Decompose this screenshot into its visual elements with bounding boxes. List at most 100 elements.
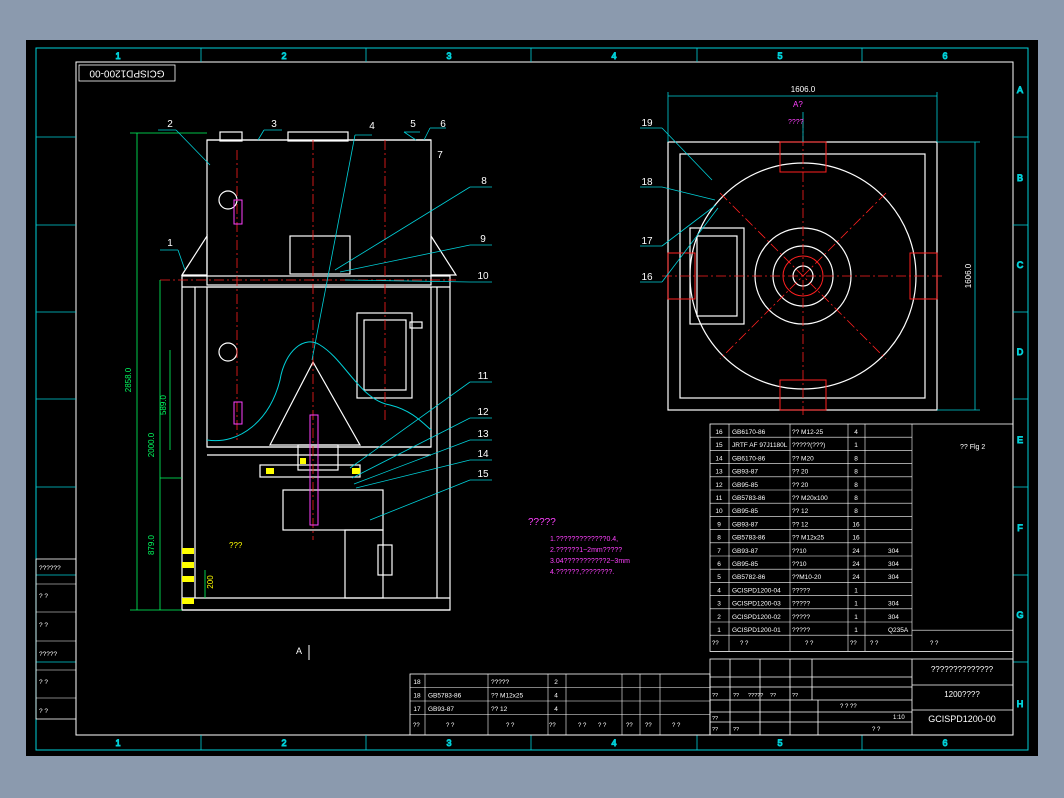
notes-title: ?????: [528, 517, 556, 528]
grid-row-label: F: [1017, 523, 1023, 533]
bom-no: 9: [717, 521, 721, 528]
grid-col-bottom: 4: [611, 738, 616, 748]
stamp-label: ? ?: [39, 708, 48, 715]
grid-col-top: 5: [777, 51, 782, 61]
callout-9: 9: [480, 234, 486, 245]
bom-no: 16: [715, 429, 723, 436]
dim-lower-height: 2000.0: [147, 432, 156, 457]
bom-material: Q235A: [888, 627, 909, 634]
bom-no: 11: [716, 495, 723, 502]
tb-sheet: ? ?: [872, 727, 881, 733]
grid-row-label: E: [1017, 435, 1023, 445]
bom-material: 304: [888, 614, 899, 621]
grid-col-top: 6: [942, 51, 947, 61]
callout-15: 15: [477, 469, 489, 480]
grid-row-label: B: [1017, 173, 1023, 183]
bom-qty: 1: [854, 442, 858, 449]
bom-no: 2: [717, 614, 721, 621]
bom-qty: 8: [854, 469, 858, 476]
bom2-code: GB5783-86: [428, 693, 462, 700]
bom2-code: GB93-87: [428, 706, 454, 713]
bom-code: GCISPD1200-01: [732, 627, 781, 634]
bom-material: 304: [888, 601, 899, 608]
stamp-label: ? ?: [39, 593, 48, 600]
grid-col-top: 3: [446, 51, 451, 61]
callout-4: 4: [369, 121, 375, 132]
bom-code: JRTF AF 97J1180L: [732, 442, 788, 449]
title-block-label: ??: [712, 716, 718, 722]
bom-no: 10: [715, 508, 723, 515]
bom-material: 304: [888, 574, 899, 581]
callout-13: 13: [477, 429, 489, 440]
callout-17: 17: [641, 236, 653, 247]
bom-qty: 8: [854, 495, 858, 502]
bom-no: 15: [715, 442, 723, 449]
bom-qty: 1: [854, 601, 858, 608]
bom-code: GB95-85: [732, 561, 758, 568]
bom-extra-note: ?? Flg 2: [960, 444, 985, 451]
bom-code: GB93-87: [732, 521, 758, 528]
callout-1: 1: [167, 238, 173, 249]
bom2-header-cell: ??: [645, 723, 652, 729]
bom-name: ?? M12x25: [792, 535, 825, 542]
bom2-no: 17: [413, 706, 421, 713]
title-block-label: ??: [792, 693, 798, 699]
bom-qty: 1: [854, 614, 858, 621]
bom2-header-cell: ? ?: [672, 723, 681, 729]
title-block-label: ??: [770, 693, 776, 699]
dim-small: 200: [206, 575, 215, 589]
view-marker: A: [296, 646, 302, 656]
bom-qty: 1: [854, 587, 858, 594]
bom2-name: ?? M12x25: [491, 693, 524, 700]
top-height-dim: 1606.0: [964, 263, 973, 288]
dim-total-height: 2858.0: [124, 367, 133, 392]
callout-12: 12: [477, 407, 489, 418]
bom-name: ?? 12: [792, 508, 809, 515]
bom-name: ?? 12: [792, 521, 809, 528]
bom-no: 6: [717, 561, 721, 568]
bom-name: ?? M20x100: [792, 495, 828, 502]
bom2-qty: 2: [554, 679, 558, 686]
bom-no: 8: [717, 535, 721, 542]
callout-14: 14: [477, 449, 489, 460]
bom2-header-cell: ??: [626, 723, 633, 729]
dim-mid: 589.0: [159, 394, 168, 415]
bom-name: ?????: [792, 614, 810, 621]
bom2-header-cell: ? ?: [506, 723, 515, 729]
bom-no: 13: [715, 469, 723, 476]
stamp-label: ? ?: [39, 679, 48, 686]
note-line: 4.??????,????????.: [550, 569, 614, 576]
bom-name: ?? 20: [792, 469, 809, 476]
note-line: 1.?????????????0.4,: [550, 536, 618, 543]
company-name: ??????????????: [931, 665, 994, 674]
bom-qty: 8: [854, 508, 858, 515]
bom2-name: ?????: [491, 679, 509, 686]
bom2-header-cell: ??: [549, 723, 556, 729]
bom-no: 1: [717, 627, 721, 634]
callout-2: 2: [167, 119, 173, 130]
note-line: 2.??????1~2mm?????: [550, 547, 622, 554]
stamp-label: ? ?: [39, 622, 48, 629]
bom-name: ?????(???): [792, 442, 825, 449]
grid-row-label: C: [1017, 260, 1024, 270]
stamp-label: ?????: [39, 651, 57, 658]
callout-11: 11: [478, 371, 489, 382]
bom-name: ??10: [792, 561, 807, 568]
bom-code: GB5783-86: [732, 535, 766, 542]
bom-header-cell: ? ?: [870, 641, 879, 647]
grid-row-label: H: [1017, 699, 1024, 709]
callout-5: 5: [410, 119, 416, 130]
callout-8: 8: [481, 176, 487, 187]
front-side-note: ???: [229, 541, 243, 550]
bom-name: ?? M20: [792, 455, 814, 462]
title-block-label: ??: [712, 693, 718, 699]
bom2-name: ?? 12: [491, 706, 508, 713]
bom-code: GB5782-86: [732, 574, 766, 581]
grid-col-bottom: 6: [942, 738, 947, 748]
grid-col-top: 4: [611, 51, 616, 61]
grid-row-label: G: [1016, 610, 1023, 620]
grid-col-bottom: 3: [446, 738, 451, 748]
bom2-header-cell: ? ?: [598, 723, 607, 729]
title-block-label: ??: [712, 727, 718, 733]
bom-name: ??M10-20: [792, 574, 822, 581]
